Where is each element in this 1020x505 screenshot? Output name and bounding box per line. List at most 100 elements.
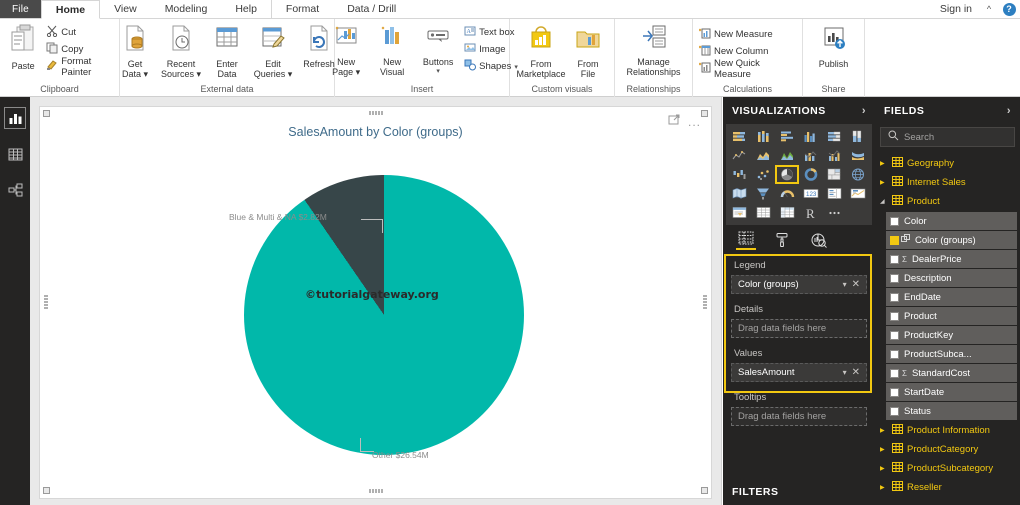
pie-chart-visual[interactable]: ... SalesAmount by Color (groups) Blue &…	[42, 109, 709, 495]
report-canvas-area[interactable]: ... SalesAmount by Color (groups) Blue &…	[30, 97, 722, 505]
chevron-right-icon[interactable]: ▶	[880, 484, 888, 491]
sidebar-item-data-view[interactable]	[4, 143, 26, 165]
hundred-percent-stacked-column-chart-icon[interactable]	[847, 128, 869, 145]
hundred-percent-stacked-bar-chart-icon[interactable]	[824, 128, 846, 145]
table-node-productsubcategory[interactable]: ▶ ProductSubcategory	[875, 459, 1020, 478]
resize-handle-bottom[interactable]	[369, 489, 383, 493]
scatter-chart-icon[interactable]	[753, 166, 775, 183]
values-field-remove-icon[interactable]: ✕	[852, 367, 860, 378]
gauge-chart-icon[interactable]	[776, 185, 798, 202]
values-field-dropdown-icon[interactable]: ▾	[843, 368, 847, 377]
stacked-column-chart-icon[interactable]	[753, 128, 775, 145]
search-input[interactable]: Search	[904, 132, 934, 143]
new-measure-button[interactable]: New Measure	[696, 26, 799, 43]
edit-queries-button[interactable]: Edit Queries ▾	[250, 22, 296, 81]
recent-sources-button[interactable]: Recent Sources ▾	[158, 22, 204, 81]
field-checkbox-startdate[interactable]	[890, 388, 899, 397]
line-clustered-column-chart-icon[interactable]	[824, 147, 846, 164]
table-node-reseller[interactable]: ▶ Reseller	[875, 478, 1020, 497]
field-row-description[interactable]: Description	[886, 269, 1017, 287]
chevron-down-icon[interactable]: ◢	[880, 198, 888, 205]
legend-well-field[interactable]: Color (groups) ▾ ✕	[731, 275, 867, 294]
tab-modeling[interactable]: Modeling	[151, 0, 222, 18]
tab-help[interactable]: Help	[221, 0, 271, 18]
cut-button[interactable]: Cut	[43, 24, 116, 41]
field-checkbox-description[interactable]	[890, 274, 899, 283]
report-page[interactable]: ... SalesAmount by Color (groups) Blue &…	[39, 106, 712, 499]
sign-in-button[interactable]: Sign in	[932, 0, 980, 18]
stacked-bar-chart-icon[interactable]	[729, 128, 751, 145]
field-checkbox-status[interactable]	[890, 407, 899, 416]
treemap-icon[interactable]	[824, 166, 846, 183]
chevron-right-icon[interactable]: ▶	[880, 179, 888, 186]
field-row-status[interactable]: Status	[886, 402, 1017, 420]
sidebar-item-model-view[interactable]	[4, 179, 26, 201]
multi-row-card-icon[interactable]	[824, 185, 846, 202]
tab-data-drill[interactable]: Data / Drill	[333, 0, 410, 18]
card-icon[interactable]: 123	[800, 185, 822, 202]
legend-field-remove-icon[interactable]: ✕	[852, 279, 860, 290]
chevron-right-icon[interactable]: ▶	[880, 446, 888, 453]
get-data-button[interactable]: Get Data ▾	[112, 22, 158, 81]
tab-file[interactable]: File	[0, 0, 41, 18]
field-row-productkey[interactable]: ProductKey	[886, 326, 1017, 344]
collapse-ribbon-icon[interactable]: ^	[980, 0, 998, 18]
field-row-standardcost[interactable]: Σ StandardCost	[886, 364, 1017, 382]
buttons-button[interactable]: Buttons ▾	[415, 22, 461, 77]
table-node-product[interactable]: ◢ Product	[875, 192, 1020, 211]
field-checkbox-dealerprice[interactable]	[890, 255, 899, 264]
kpi-icon[interactable]	[847, 185, 869, 202]
pie-chart-icon[interactable]	[776, 166, 798, 183]
field-row-productsubcategory[interactable]: ProductSubca...	[886, 345, 1017, 363]
area-chart-icon[interactable]	[753, 147, 775, 164]
field-checkbox-standardcost[interactable]	[890, 369, 899, 378]
field-checkbox-product[interactable]	[890, 312, 899, 321]
new-quick-measure-button[interactable]: New Quick Measure	[696, 60, 799, 77]
line-stacked-column-chart-icon[interactable]	[800, 147, 822, 164]
legend-field-dropdown-icon[interactable]: ▾	[843, 280, 847, 289]
enter-data-button[interactable]: Enter Data	[204, 22, 250, 81]
resize-handle-top[interactable]	[369, 111, 383, 115]
fields-tab[interactable]	[736, 230, 756, 250]
tab-view[interactable]: View	[100, 0, 151, 18]
field-checkbox-enddate[interactable]	[890, 293, 899, 302]
stacked-area-chart-icon[interactable]	[776, 147, 798, 164]
table-node-product-information[interactable]: ▶ Product Information	[875, 421, 1020, 440]
donut-chart-icon[interactable]	[800, 166, 822, 183]
publish-button[interactable]: Publish	[811, 22, 857, 71]
filters-pane-header[interactable]: FILTERS	[723, 479, 875, 505]
resize-handle-top-left[interactable]	[43, 110, 50, 117]
field-row-color[interactable]: Color	[886, 212, 1017, 230]
waterfall-chart-icon[interactable]	[729, 166, 751, 183]
tab-format[interactable]: Format	[271, 0, 333, 18]
collapse-fields-icon[interactable]: ›	[1007, 105, 1011, 117]
chevron-right-icon[interactable]: ▶	[880, 465, 888, 472]
from-marketplace-button[interactable]: From Marketplace	[515, 22, 567, 81]
details-well-dropzone[interactable]: Drag data fields here	[731, 319, 867, 338]
r-script-visual-icon[interactable]: R	[800, 204, 822, 221]
funnel-chart-icon[interactable]	[753, 185, 775, 202]
resize-handle-top-right[interactable]	[701, 110, 708, 117]
table-icon[interactable]	[753, 204, 775, 221]
analytics-tab[interactable]	[808, 230, 828, 250]
field-row-dealerprice[interactable]: Σ DealerPrice	[886, 250, 1017, 268]
new-visual-button[interactable]: New Visual	[369, 22, 415, 79]
tab-home[interactable]: Home	[41, 0, 100, 19]
field-checkbox-productkey[interactable]	[890, 331, 899, 340]
filled-map-icon[interactable]	[729, 185, 751, 202]
field-checkbox-color-groups[interactable]	[890, 236, 899, 245]
matrix-icon[interactable]	[776, 204, 798, 221]
table-node-productcategory[interactable]: ▶ ProductCategory	[875, 440, 1020, 459]
field-checkbox-productsubcategory[interactable]	[890, 350, 899, 359]
resize-handle-bottom-left[interactable]	[43, 487, 50, 494]
format-tab[interactable]	[772, 230, 792, 250]
field-row-enddate[interactable]: EndDate	[886, 288, 1017, 306]
chevron-right-icon[interactable]: ▶	[880, 427, 888, 434]
manage-relationships-button[interactable]: Manage Relationships	[618, 22, 690, 79]
slicer-icon[interactable]	[729, 204, 751, 221]
resize-handle-bottom-right[interactable]	[701, 487, 708, 494]
line-chart-icon[interactable]	[729, 147, 751, 164]
clustered-column-chart-icon[interactable]	[800, 128, 822, 145]
chevron-right-icon[interactable]: ▶	[880, 160, 888, 167]
format-painter-button[interactable]: Format Painter	[43, 58, 116, 75]
